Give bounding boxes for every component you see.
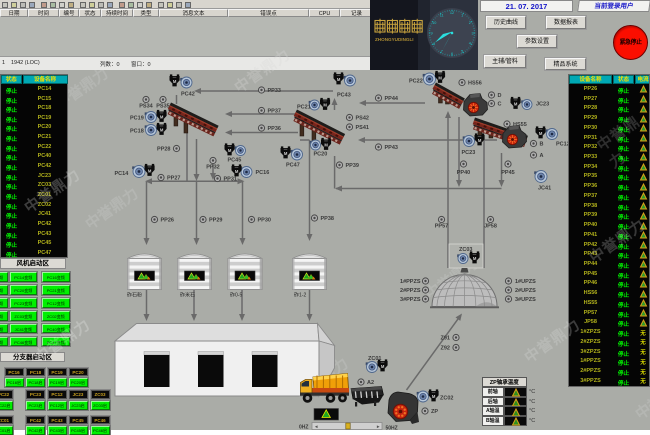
svg-text:M: M bbox=[473, 256, 477, 261]
svg-text:PS41: PS41 bbox=[356, 125, 369, 131]
svg-text:12: 12 bbox=[450, 11, 454, 15]
svg-text:PP31: PP31 bbox=[224, 177, 237, 183]
svg-text:ZC01: ZC01 bbox=[368, 356, 381, 362]
svg-text:50HZ: 50HZ bbox=[386, 426, 398, 431]
svg-text:PC42: PC42 bbox=[181, 92, 195, 98]
svg-text:9: 9 bbox=[430, 32, 432, 36]
svg-text:中誉鼎力: 中誉鼎力 bbox=[82, 184, 141, 233]
svg-text:M: M bbox=[323, 102, 327, 107]
svg-text:M: M bbox=[514, 101, 518, 106]
svg-text:PP27: PP27 bbox=[167, 176, 180, 182]
svg-text:HS56: HS56 bbox=[468, 81, 482, 87]
svg-text:B: B bbox=[540, 142, 544, 148]
svg-text:PP44: PP44 bbox=[385, 96, 399, 102]
svg-text:11: 11 bbox=[440, 14, 444, 18]
svg-text:◄: ◄ bbox=[314, 424, 318, 429]
svg-text:PP45: PP45 bbox=[501, 170, 514, 176]
svg-text:M: M bbox=[284, 151, 288, 156]
svg-text:0HZ: 0HZ bbox=[299, 425, 308, 431]
svg-text:PS42: PS42 bbox=[356, 116, 369, 122]
svg-text:PP36: PP36 bbox=[268, 126, 281, 132]
svg-text:M: M bbox=[337, 77, 341, 82]
svg-text:PP26: PP26 bbox=[161, 218, 174, 224]
svg-text:ZP: ZP bbox=[431, 409, 438, 415]
svg-text:砟石粉: 砟石粉 bbox=[127, 292, 142, 299]
svg-text:PP32: PP32 bbox=[206, 165, 219, 171]
svg-text:M: M bbox=[235, 169, 239, 174]
svg-text:JC23: JC23 bbox=[536, 102, 549, 108]
svg-text:PP37: PP37 bbox=[268, 109, 281, 115]
svg-text:PP38: PP38 bbox=[321, 216, 334, 222]
svg-text:M: M bbox=[539, 131, 543, 136]
svg-text:PP57: PP57 bbox=[435, 224, 448, 230]
svg-text:M: M bbox=[160, 114, 164, 119]
svg-text:砟米石: 砟米石 bbox=[180, 292, 195, 299]
svg-text:PP33: PP33 bbox=[268, 88, 281, 94]
svg-text:A: A bbox=[540, 153, 544, 159]
svg-text:2: 2 bbox=[469, 21, 471, 25]
svg-text:1: 1 bbox=[461, 14, 463, 18]
svg-text:PP39: PP39 bbox=[346, 163, 359, 169]
svg-text:PP43: PP43 bbox=[385, 145, 398, 151]
svg-text:砟1-2: 砟1-2 bbox=[294, 292, 306, 299]
svg-text:JP58: JP58 bbox=[484, 224, 497, 230]
svg-text:C: C bbox=[498, 102, 502, 108]
svg-text:Z92: Z92 bbox=[441, 346, 450, 352]
svg-text:M: M bbox=[160, 127, 164, 132]
svg-text:PC21: PC21 bbox=[297, 105, 311, 111]
svg-text:8: 8 bbox=[433, 42, 435, 46]
svg-text:PC20: PC20 bbox=[314, 152, 328, 158]
svg-text:4: 4 bbox=[469, 42, 471, 46]
svg-text:PC14: PC14 bbox=[115, 171, 130, 177]
svg-text:M: M bbox=[381, 364, 385, 369]
svg-text:JC41: JC41 bbox=[538, 186, 551, 192]
svg-text:PC45: PC45 bbox=[228, 158, 242, 164]
svg-text:3#PPZS: 3#PPZS bbox=[400, 297, 421, 303]
svg-text:A2: A2 bbox=[367, 380, 374, 386]
svg-text:ZHONGYUDINGLI: ZHONGYUDINGLI bbox=[375, 37, 414, 42]
svg-text:HS55: HS55 bbox=[513, 122, 527, 128]
svg-text:PP40: PP40 bbox=[457, 170, 470, 176]
svg-text:M: M bbox=[228, 148, 232, 153]
svg-text:PC18: PC18 bbox=[130, 129, 144, 135]
svg-text:PC16: PC16 bbox=[256, 170, 270, 176]
svg-text:1#UPZS: 1#UPZS bbox=[515, 279, 536, 285]
svg-text:M: M bbox=[432, 394, 436, 399]
svg-text:►: ► bbox=[376, 424, 380, 429]
svg-text:3: 3 bbox=[471, 32, 473, 36]
svg-text:PC22: PC22 bbox=[409, 79, 423, 85]
svg-text:PC47: PC47 bbox=[286, 163, 300, 169]
svg-text:PP28: PP28 bbox=[157, 147, 170, 153]
svg-text:PP30: PP30 bbox=[258, 218, 271, 224]
svg-text:ZC02: ZC02 bbox=[440, 396, 453, 402]
svg-text:Z91: Z91 bbox=[441, 336, 450, 342]
svg-text:PC19: PC19 bbox=[130, 116, 144, 122]
svg-text:PC43: PC43 bbox=[337, 93, 351, 99]
svg-text:3#UPZS: 3#UPZS bbox=[515, 297, 536, 303]
svg-text:2#UPZS: 2#UPZS bbox=[515, 288, 536, 294]
svg-text:M: M bbox=[148, 168, 152, 173]
svg-text:M: M bbox=[324, 142, 328, 147]
svg-text:PS34: PS34 bbox=[139, 104, 153, 110]
svg-text:M: M bbox=[173, 79, 177, 84]
svg-text:D: D bbox=[498, 93, 502, 99]
svg-text:1#PPZS: 1#PPZS bbox=[400, 279, 421, 285]
svg-text:2#PPZS: 2#PPZS bbox=[400, 288, 421, 294]
svg-text:砟0-5: 砟0-5 bbox=[230, 292, 242, 299]
svg-text:PP29: PP29 bbox=[209, 218, 222, 224]
svg-text:M: M bbox=[478, 138, 482, 143]
svg-text:PS35: PS35 bbox=[156, 104, 169, 110]
svg-text:PC23: PC23 bbox=[462, 150, 476, 156]
svg-text:M: M bbox=[438, 75, 442, 80]
